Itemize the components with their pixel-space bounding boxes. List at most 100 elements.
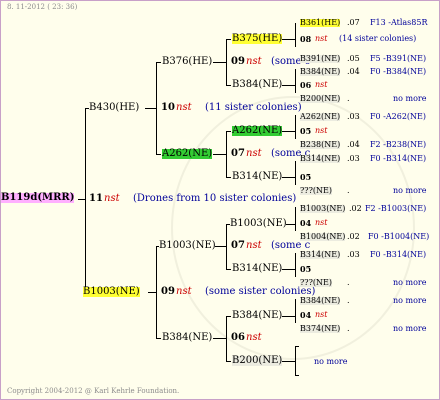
g08-nst-5: nst (315, 218, 328, 227)
connector (226, 85, 231, 86)
g07-generation-14: . (347, 324, 350, 333)
g08-generation-4: 05 (300, 172, 312, 182)
connector (226, 39, 227, 86)
g07-generation-12: . (347, 278, 350, 287)
g09-b-nst: nst (246, 148, 262, 159)
g07-code-10: F0 -B1004(NE) (368, 232, 430, 241)
g07-generation-3: .04 (347, 67, 360, 76)
connector (156, 62, 157, 155)
g08-queen-7[interactable]: B384(NE) (232, 311, 282, 321)
connector (156, 154, 161, 155)
g08-nst-2: nst (315, 80, 328, 89)
g10-top-note: (11 sister colonies) (205, 102, 302, 113)
g07-code-9: F2 -B1003(NE) (365, 204, 427, 213)
g08-nst-3: nst (315, 126, 328, 135)
g07-queen-12[interactable]: ???(NE) (300, 279, 332, 287)
g07-queen-14[interactable]: B374(NE) (300, 325, 341, 333)
g07-code-11: F0 -B314(NE) (370, 250, 427, 259)
g08-queen-2[interactable]: B384(NE) (232, 80, 282, 90)
g07-queen-10[interactable]: B1004(NE) (300, 233, 346, 241)
g07-code-7: F0 -B314(NE) (370, 154, 427, 163)
connector (213, 154, 227, 155)
g08-generation-2: 06 (300, 80, 312, 90)
g07-code-13: no more (393, 296, 427, 305)
g09-a-queen[interactable]: B376(HE) (162, 57, 212, 67)
g10-top-nst: nst (176, 102, 192, 113)
g07-queen-7[interactable]: B314(NE) (300, 155, 341, 163)
connector (295, 375, 299, 376)
connector (295, 69, 296, 93)
g07-queen-1[interactable]: B361(HE) (300, 19, 341, 27)
g08-generation-1: 08 (300, 34, 312, 44)
date-stamp: 8. 11-2012 ( 23: 36) (7, 3, 78, 11)
g10-top-generation: 10 (161, 102, 175, 113)
connector (156, 338, 161, 339)
connector (295, 253, 296, 277)
connector (156, 246, 157, 339)
pedigree-chart: 8. 11-2012 ( 23: 36) B119d(MRR) 11 nst (… (0, 0, 440, 400)
g07-generation-7: .03 (347, 154, 360, 163)
g09-c-queen[interactable]: B1003(NE) (159, 241, 216, 251)
g07-generation-6: .04 (347, 140, 360, 149)
watermark-seal (171, 96, 415, 360)
g09-b-queen[interactable]: A262(NE) (162, 149, 213, 159)
connector (295, 161, 296, 185)
g07-code-5: F0 -A262(NE) (370, 112, 427, 121)
connector (226, 131, 227, 178)
g07-generation-2: .05 (347, 54, 360, 63)
connector (226, 316, 227, 362)
g09-b-generation: 07 (231, 148, 245, 159)
g09-d-queen[interactable]: B384(NE) (162, 333, 212, 343)
g07-code-4: no more (393, 94, 427, 103)
connector (226, 131, 231, 132)
connector (213, 338, 227, 339)
g07-queen-8[interactable]: ???(NE) (300, 187, 332, 195)
root-nst: nst (104, 193, 120, 204)
g08-queen-6[interactable]: B314(NE) (232, 264, 282, 274)
connector (282, 177, 296, 178)
g08-generation-5: 04 (300, 218, 312, 228)
g07-generation-10: .02 (347, 232, 360, 241)
g08-queen-8[interactable]: B200(NE) (232, 356, 283, 366)
connector (282, 361, 296, 362)
root-generation: 11 (89, 193, 103, 204)
g07-queen-4[interactable]: B200(NE) (300, 95, 341, 103)
root-queen[interactable]: B119d(MRR) (1, 193, 75, 203)
g07-queen-2[interactable]: B391(NE) (300, 55, 341, 63)
g10-top-queen[interactable]: B430(HE) (89, 103, 139, 113)
g09-a-nst: nst (246, 56, 262, 67)
connector (226, 361, 231, 362)
g07-code-3: F0 -B384(NE) (370, 67, 427, 76)
connector (295, 346, 299, 347)
g07-code-2: F5 -B391(NE) (370, 54, 427, 63)
connector (156, 62, 161, 63)
g07-generation-5: .03 (347, 112, 360, 121)
connector (282, 131, 296, 132)
g08-queen-5[interactable]: B1003(NE) (230, 219, 287, 229)
connector (226, 39, 231, 40)
g07-generation-9: .02 (349, 204, 362, 213)
g09-a-generation: 09 (231, 56, 245, 67)
connector (85, 108, 86, 293)
g07-queen-5[interactable]: A262(NE) (300, 113, 341, 121)
g07-queen-3[interactable]: B384(NE) (300, 68, 341, 76)
connector (286, 224, 296, 225)
connector (282, 269, 296, 270)
g10-bottom-queen[interactable]: B1003(NE) (83, 287, 140, 297)
g08-nst-7: nst (315, 310, 328, 319)
g08-generation-7: 04 (300, 310, 312, 320)
g07-queen-13[interactable]: B384(NE) (300, 297, 341, 305)
g07-generation-8: . (347, 186, 350, 195)
g07-queen-11[interactable]: B314(NE) (300, 251, 341, 259)
g08-queen-3[interactable]: A262(NE) (232, 126, 283, 136)
g07-queen-9[interactable]: B1003(NE) (300, 205, 346, 213)
g08-queen-4[interactable]: B314(NE) (232, 172, 282, 182)
g07-generation-13: . (347, 296, 350, 305)
g07-generation-1: .07 (347, 18, 360, 27)
g07-generation-4: . (347, 94, 350, 103)
g07-code-12: no more (393, 278, 427, 287)
connector (295, 115, 296, 139)
g08-queen-1[interactable]: B375(HE) (232, 34, 283, 44)
g07-queen-6[interactable]: B238(NE) (300, 141, 341, 149)
copyright: Copyright 2004-2012 @ Karl Kehrle Founda… (7, 387, 180, 395)
